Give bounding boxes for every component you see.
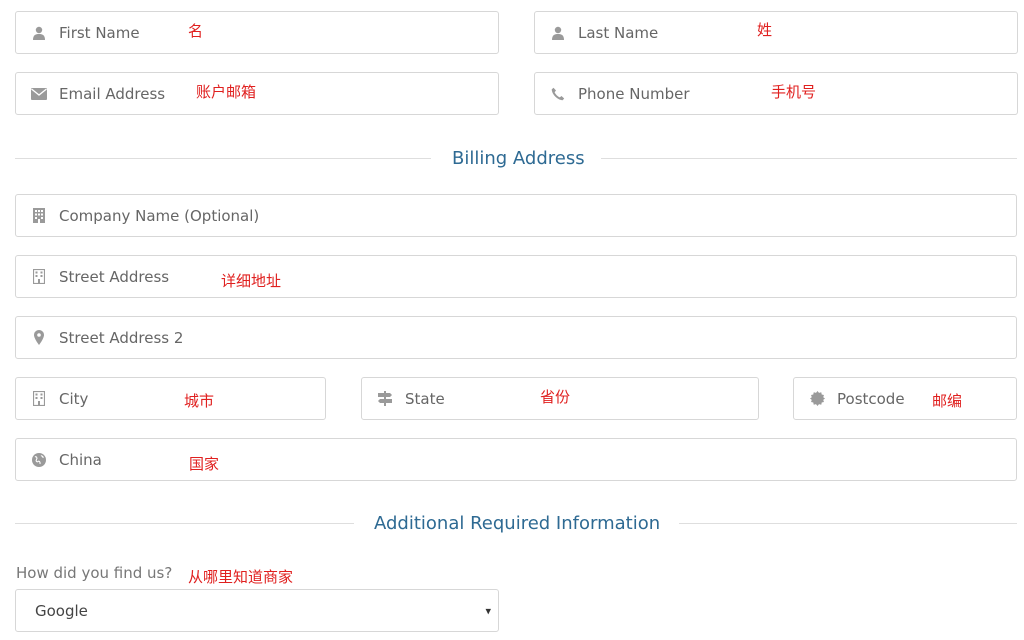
street-address-annotation: 详细地址 (221, 272, 282, 290)
city-placeholder: City (59, 389, 89, 408)
building-icon (31, 391, 47, 407)
map-marker-icon (31, 330, 47, 346)
email-field[interactable]: Email Address (15, 72, 499, 115)
envelope-icon (31, 86, 47, 102)
additional-heading: Additional Required Information (374, 513, 661, 534)
billing-divider-right (601, 158, 1017, 159)
street-address-2-placeholder: Street Address 2 (59, 328, 184, 347)
street-address-2-field[interactable]: Street Address 2 (15, 316, 1017, 359)
first-name-field[interactable]: First Name (15, 11, 499, 54)
phone-icon (550, 86, 566, 102)
find-us-selected-value: Google (35, 601, 88, 620)
building-icon (31, 208, 47, 224)
additional-divider-left (15, 523, 354, 524)
postcode-placeholder: Postcode (837, 389, 905, 408)
find-us-select[interactable]: Google ▾ (15, 589, 499, 632)
postcode-annotation: 邮编 (932, 392, 963, 410)
find-us-label: How did you find us? (16, 564, 173, 582)
billing-heading: Billing Address (452, 148, 585, 169)
dropdown-caret-icon: ▾ (485, 604, 491, 617)
street-address-field[interactable]: Street Address (15, 255, 1017, 298)
state-placeholder: State (405, 389, 445, 408)
first-name-placeholder: First Name (59, 23, 140, 42)
country-annotation: 国家 (189, 455, 220, 473)
last-name-field[interactable]: Last Name (534, 11, 1018, 54)
building-icon (31, 269, 47, 285)
city-annotation: 城市 (184, 392, 215, 410)
company-field[interactable]: Company Name (Optional) (15, 194, 1017, 237)
phone-annotation: 手机号 (771, 83, 817, 101)
last-name-placeholder: Last Name (578, 23, 659, 42)
first-name-annotation: 名 (188, 22, 204, 40)
company-placeholder: Company Name (Optional) (59, 206, 260, 225)
globe-icon (31, 452, 47, 468)
city-field[interactable]: City (15, 377, 326, 420)
email-placeholder: Email Address (59, 84, 166, 103)
user-icon (31, 25, 47, 41)
street-address-placeholder: Street Address (59, 267, 170, 286)
user-icon (550, 25, 566, 41)
find-us-annotation: 从哪里知道商家 (188, 568, 294, 586)
country-value: China (59, 450, 102, 469)
last-name-annotation: 姓 (757, 21, 773, 39)
postcode-field[interactable]: Postcode (793, 377, 1017, 420)
additional-divider-right (679, 523, 1017, 524)
billing-divider-left (15, 158, 431, 159)
country-field[interactable]: China (15, 438, 1017, 481)
phone-placeholder: Phone Number (578, 84, 690, 103)
email-annotation: 账户邮箱 (196, 83, 257, 101)
state-annotation: 省份 (540, 388, 571, 406)
certificate-icon (809, 391, 825, 407)
signpost-icon (377, 391, 393, 407)
